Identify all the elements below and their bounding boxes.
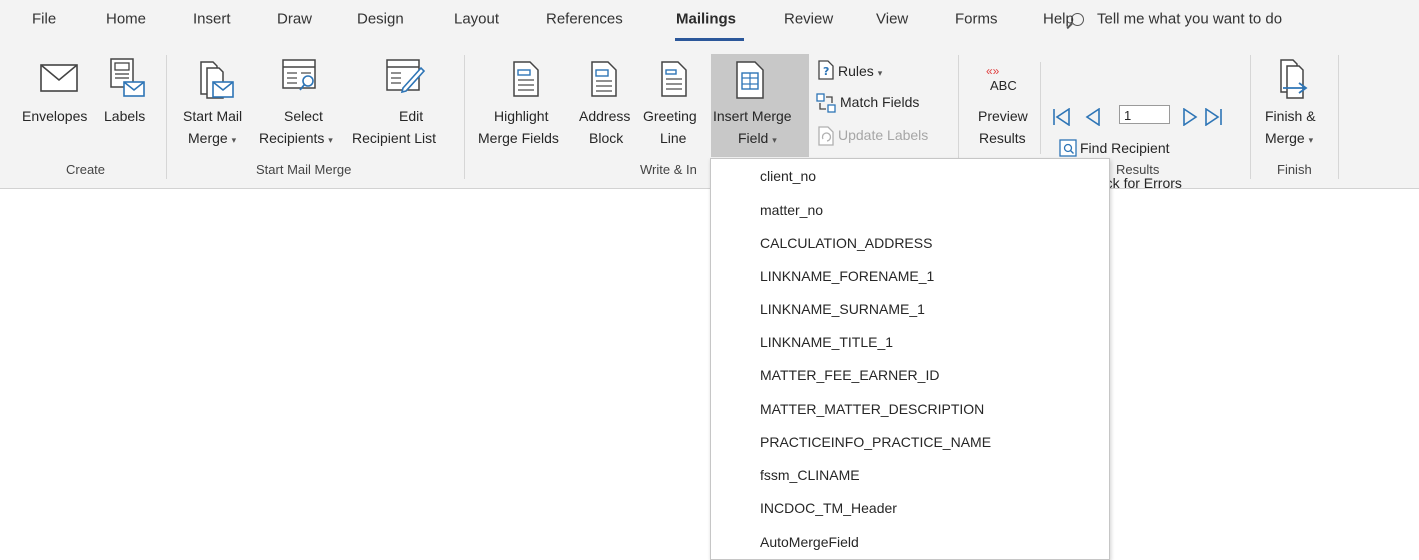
preview-abc-label: ABC: [990, 78, 1017, 93]
select-recipients-label-2: Recipients ▾: [259, 130, 333, 146]
insert-merge-field-label-1: Insert Merge: [713, 108, 792, 124]
match-fields-label: Match Fields: [840, 94, 920, 110]
tab-insert[interactable]: Insert: [193, 11, 231, 28]
previous-record-icon[interactable]: [1085, 108, 1101, 126]
highlight-merge-fields-label-1: Highlight: [494, 108, 549, 124]
merge-field-item[interactable]: CALCULATION_ADDRESS: [760, 235, 932, 251]
address-block-label-2: Block: [589, 130, 624, 146]
group-label-create: Create: [66, 162, 106, 177]
next-record-icon[interactable]: [1182, 108, 1198, 126]
tab-home[interactable]: Home: [106, 11, 146, 28]
start-mail-merge-icon: [200, 61, 234, 99]
tab-references[interactable]: References: [546, 11, 623, 28]
greeting-line-label-1: Greeting: [643, 108, 697, 124]
tab-review[interactable]: Review: [784, 11, 833, 28]
select-recipients-label-1: Select: [284, 108, 323, 124]
group-separator: [166, 55, 167, 179]
merge-field-item[interactable]: PRACTICEINFO_PRACTICE_NAME: [760, 434, 991, 450]
merge-field-item[interactable]: INCDOC_TM_Header: [760, 500, 897, 516]
insert-merge-field-icon: [736, 61, 764, 99]
edit-recipient-list-icon: [386, 59, 425, 94]
group-label-start-mail-merge: Start Mail Merge: [256, 162, 352, 177]
group-separator: [1338, 55, 1339, 179]
tab-mailings[interactable]: Mailings: [676, 11, 736, 28]
start-mail-merge-label-2: Merge ▾: [188, 130, 237, 146]
merge-field-item[interactable]: MATTER_MATTER_DESCRIPTION: [760, 401, 984, 417]
update-labels-icon: [818, 126, 834, 146]
active-tab-indicator: [675, 38, 744, 41]
merge-field-item[interactable]: LINKNAME_SURNAME_1: [760, 301, 925, 317]
labels-icon: [110, 58, 145, 97]
tell-me-search[interactable]: Tell me what you want to do: [1097, 11, 1282, 28]
envelope-icon: [40, 64, 78, 92]
group-label-finish: Finish: [1277, 162, 1312, 177]
greeting-line-icon: [661, 61, 687, 97]
group-label-preview-results: Results: [1116, 162, 1160, 177]
first-record-icon[interactable]: [1052, 108, 1072, 126]
merge-field-item[interactable]: LINKNAME_FORENAME_1: [760, 268, 934, 284]
group-separator: [1040, 62, 1041, 154]
merge-field-item[interactable]: matter_no: [760, 202, 823, 218]
tab-layout[interactable]: Layout: [454, 11, 499, 28]
greeting-line-label-2: Line: [660, 130, 687, 146]
chevron-down-icon: ▾: [877, 68, 883, 78]
find-recipient-icon: [1059, 139, 1077, 157]
preview-results-label-1: Preview: [978, 108, 1028, 124]
merge-field-item[interactable]: AutoMergeField: [760, 534, 859, 550]
address-block-label-1: Address: [579, 108, 631, 124]
finish-and-merge-label-2: Merge ▾: [1265, 130, 1314, 146]
find-recipient-label: Find Recipient: [1080, 140, 1170, 156]
edit-recipient-list-label-2: Recipient List: [352, 130, 437, 146]
preview-arrows-icon: «»: [986, 64, 1000, 78]
group-separator: [464, 55, 465, 179]
match-fields-icon: [816, 93, 836, 113]
tab-file[interactable]: File: [32, 11, 56, 28]
chevron-down-icon: ▾: [772, 135, 777, 145]
insert-merge-field-label-2: Field ▾: [738, 130, 777, 146]
update-labels-label: Update Labels: [838, 127, 929, 143]
chevron-down-icon: ▾: [231, 135, 237, 145]
merge-field-item[interactable]: LINKNAME_TITLE_1: [760, 334, 893, 350]
merge-field-item[interactable]: fssm_CLINAME: [760, 467, 860, 483]
chevron-down-icon: ▾: [328, 135, 333, 145]
finish-merge-icon: [1280, 59, 1308, 99]
labels-label: Labels: [104, 108, 146, 124]
group-label-write-insert: Write & In: [640, 162, 697, 177]
last-record-icon[interactable]: [1203, 108, 1223, 126]
svg-text:?: ?: [823, 65, 829, 78]
record-number-input[interactable]: 1: [1119, 105, 1170, 124]
select-recipients-icon: [282, 59, 316, 91]
tab-view[interactable]: View: [876, 11, 908, 28]
highlight-merge-fields-icon: [513, 61, 539, 97]
finish-and-merge-label-1: Finish &: [1265, 108, 1316, 124]
address-block-icon: [591, 61, 617, 97]
start-mail-merge-label-1: Start Mail: [183, 108, 243, 124]
edit-recipient-list-label-1: Edit: [399, 108, 424, 124]
rules-icon: ?: [818, 60, 834, 80]
tab-design[interactable]: Design: [357, 11, 404, 28]
ribbon-tab-bar: File Home Insert Draw Design Layout Refe…: [0, 0, 1419, 44]
tab-draw[interactable]: Draw: [277, 11, 312, 28]
envelopes-label: Envelopes: [22, 108, 88, 124]
highlight-merge-fields-label-2: Merge Fields: [478, 130, 559, 146]
merge-field-item[interactable]: client_no: [760, 168, 816, 184]
preview-results-label-2: Results: [979, 130, 1026, 146]
insert-merge-field-dropdown: client_no matter_no CALCULATION_ADDRESS …: [710, 158, 1110, 560]
search-icon: [1071, 13, 1084, 26]
tab-forms[interactable]: Forms: [955, 11, 998, 28]
chevron-down-icon: ▾: [1308, 135, 1314, 145]
merge-field-item[interactable]: MATTER_FEE_EARNER_ID: [760, 367, 939, 383]
group-separator: [1250, 55, 1251, 179]
rules-label: Rules ▾: [838, 63, 883, 79]
